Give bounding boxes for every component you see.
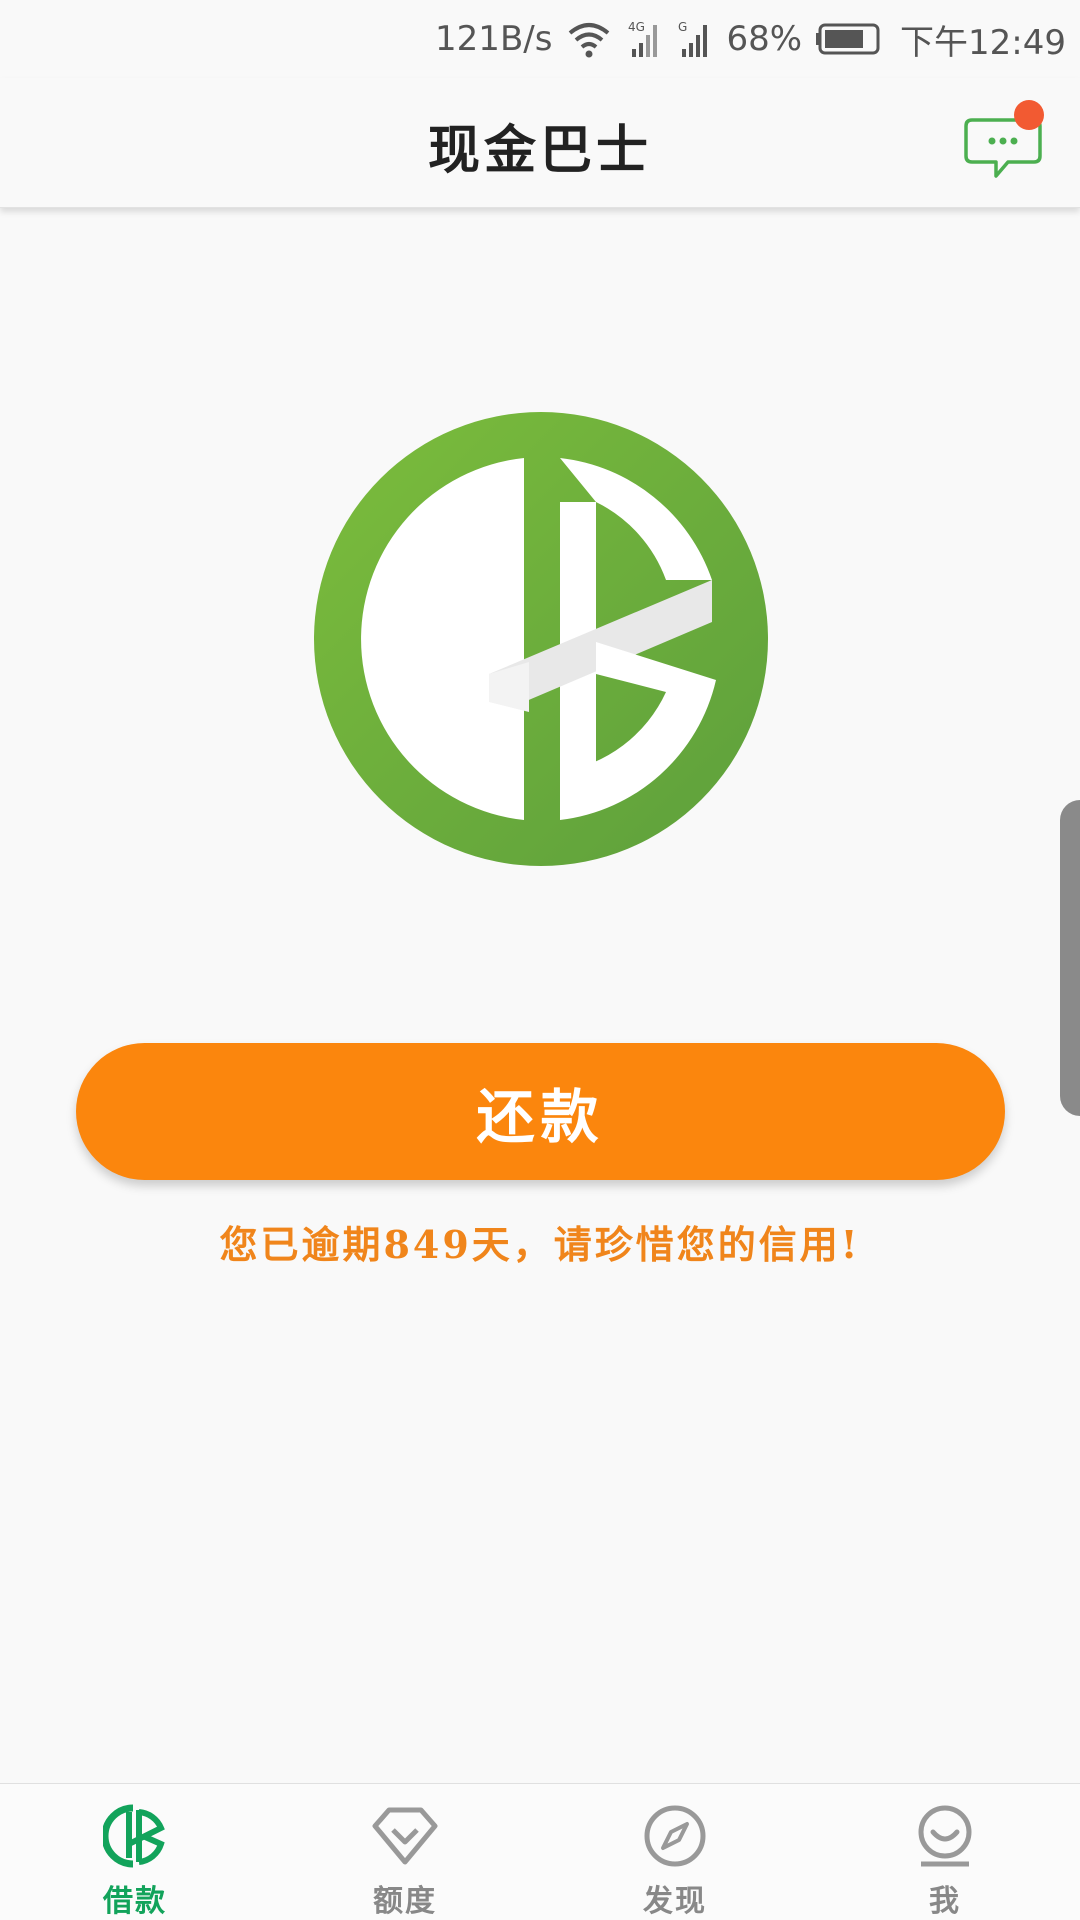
diamond-icon (372, 1807, 438, 1865)
repay-button[interactable]: 还款 (76, 1043, 1005, 1180)
nav-label-discover: 发现 (643, 1884, 707, 1919)
notification-dot (1014, 100, 1044, 130)
clock: 下午12:49 (900, 22, 1066, 63)
cb-logo-icon (103, 1804, 165, 1868)
profile-icon (918, 1805, 972, 1867)
nav-label-loan: 借款 (103, 1884, 167, 1919)
signal-g-icon: G (676, 19, 712, 59)
app-screen: 121B/s 4G G 68% 下午12:49 现金巴士 还款 您已逾期849天… (0, 0, 1080, 1920)
messages-button[interactable] (960, 100, 1050, 186)
battery-icon (816, 21, 886, 57)
battery-percent: 68% (726, 19, 803, 59)
nav-label-me: 我 (929, 1884, 961, 1919)
network-label-g: G (678, 20, 687, 34)
page-title: 现金巴士 (427, 120, 652, 181)
brand-logo (314, 412, 768, 866)
nav-item-discover[interactable]: 发现 (540, 1784, 810, 1920)
status-bar: 121B/s 4G G 68% 下午12:49 (0, 0, 1080, 78)
overdue-message: 您已逾期849天，请珍惜您的信用! (219, 1222, 861, 1267)
nav-label-credit-limit: 额度 (373, 1884, 437, 1919)
nav-item-me[interactable]: 我 (810, 1784, 1080, 1920)
nav-item-loan[interactable]: 借款 (0, 1784, 270, 1920)
signal-4g-icon: 4G (626, 19, 662, 59)
nav-item-credit-limit[interactable]: 额度 (270, 1784, 540, 1920)
compass-icon (644, 1805, 706, 1867)
net-speed: 121B/s (435, 19, 553, 59)
bottom-nav: 借款 额度 发现 我 (0, 1783, 1080, 1920)
wifi-icon (566, 19, 612, 59)
network-label-4g: 4G (628, 20, 645, 34)
edge-drawer-handle[interactable] (1060, 800, 1080, 1116)
app-header: 现金巴士 (0, 78, 1080, 208)
